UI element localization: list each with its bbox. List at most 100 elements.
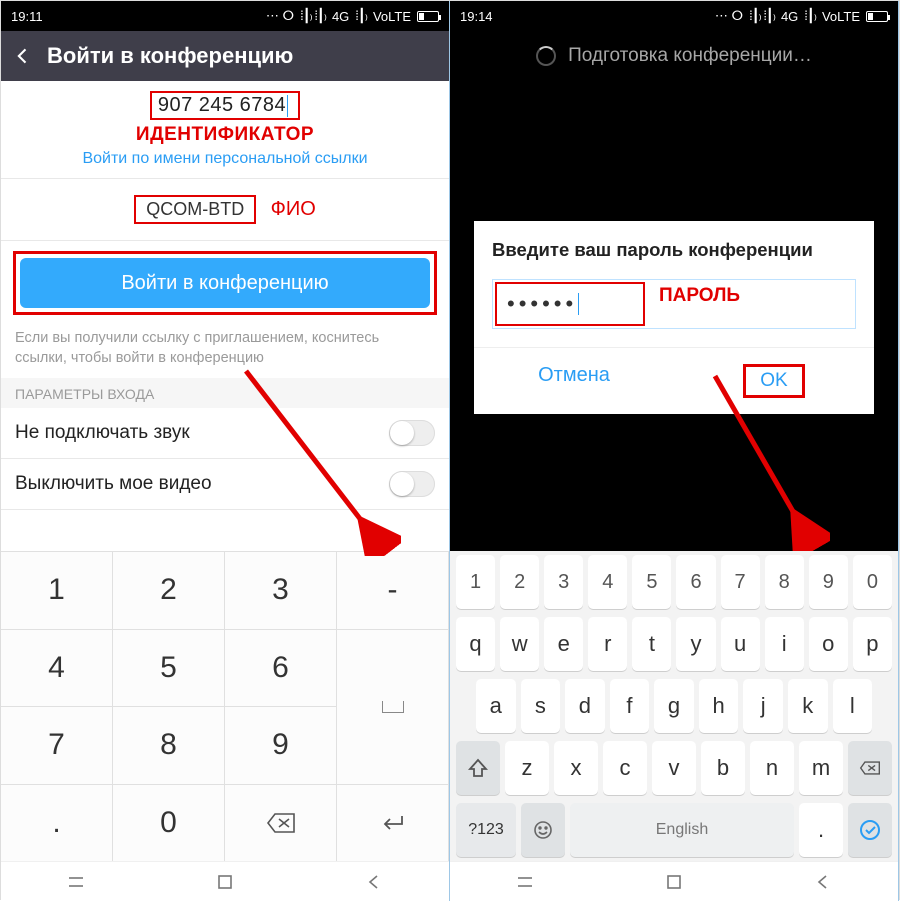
nav-recents-icon[interactable] xyxy=(66,872,86,892)
key-0[interactable]: 0 xyxy=(113,784,225,862)
key-g[interactable]: g xyxy=(654,679,694,733)
key-backspace[interactable] xyxy=(225,784,337,862)
key-space[interactable]: English xyxy=(570,803,794,857)
key-3[interactable]: 3 xyxy=(544,555,583,609)
battery-icon xyxy=(866,11,888,22)
key-2[interactable]: 2 xyxy=(500,555,539,609)
key-m[interactable]: m xyxy=(799,741,843,795)
key-5[interactable]: 5 xyxy=(632,555,671,609)
toggle-video[interactable] xyxy=(389,471,435,497)
preparing-body: Подготовка конференции… Введите ваш паро… xyxy=(450,31,898,551)
nav-home-icon[interactable] xyxy=(215,872,235,892)
volte-label: VoLTE xyxy=(373,9,411,24)
status-time: 19:14 xyxy=(460,9,493,24)
nav-home-icon[interactable] xyxy=(664,872,684,892)
dialog-title: Введите ваш пароль конференции xyxy=(492,239,856,261)
key-1[interactable]: 1 xyxy=(456,555,495,609)
nav-back-icon[interactable] xyxy=(813,872,833,892)
key-k[interactable]: k xyxy=(788,679,828,733)
key-space[interactable] xyxy=(337,629,449,784)
numeric-keypad: 1 2 3 - 4 5 6 7 8 9 . 0 xyxy=(1,551,449,861)
key-9[interactable]: 9 xyxy=(225,706,337,784)
key-4[interactable]: 4 xyxy=(1,629,113,707)
key-dash[interactable]: - xyxy=(337,551,449,629)
key-7[interactable]: 7 xyxy=(721,555,760,609)
key-4[interactable]: 4 xyxy=(588,555,627,609)
key-j[interactable]: j xyxy=(743,679,783,733)
key-6[interactable]: 6 xyxy=(676,555,715,609)
nav-recents-icon[interactable] xyxy=(515,872,535,892)
key-enter[interactable] xyxy=(337,784,449,862)
key-5[interactable]: 5 xyxy=(113,629,225,707)
key-c[interactable]: c xyxy=(603,741,647,795)
key-enter[interactable] xyxy=(848,803,892,857)
meeting-id-input[interactable]: 907 245 6784 xyxy=(150,91,300,120)
key-x[interactable]: x xyxy=(554,741,598,795)
key-a[interactable]: a xyxy=(476,679,516,733)
key-o[interactable]: o xyxy=(809,617,848,671)
option-no-audio[interactable]: Не подключать звук xyxy=(1,408,449,459)
android-navbar xyxy=(450,861,898,901)
preparing-label: Подготовка конференции… xyxy=(450,31,898,81)
key-f[interactable]: f xyxy=(610,679,650,733)
key-1[interactable]: 1 xyxy=(1,551,113,629)
key-7[interactable]: 7 xyxy=(1,706,113,784)
key-backspace[interactable] xyxy=(848,741,892,795)
key-e[interactable]: e xyxy=(544,617,583,671)
network-label: 4G xyxy=(781,9,798,24)
battery-icon xyxy=(417,11,439,22)
volte-label: VoLTE xyxy=(822,9,860,24)
key-w[interactable]: w xyxy=(500,617,539,671)
key-q[interactable]: q xyxy=(456,617,495,671)
key-8[interactable]: 8 xyxy=(113,706,225,784)
key-h[interactable]: h xyxy=(699,679,739,733)
key-9[interactable]: 9 xyxy=(809,555,848,609)
key-t[interactable]: t xyxy=(632,617,671,671)
key-emoji[interactable] xyxy=(521,803,565,857)
join-hint: Если вы получили ссылку с приглашением, … xyxy=(1,325,449,378)
key-d[interactable]: d xyxy=(565,679,605,733)
key-0[interactable]: 0 xyxy=(853,555,892,609)
join-form: 907 245 6784 ИДЕНТИФИКАТОР Войти по имен… xyxy=(1,81,449,551)
network-label: 4G xyxy=(332,9,349,24)
android-navbar xyxy=(1,861,449,901)
key-i[interactable]: i xyxy=(765,617,804,671)
key-v[interactable]: v xyxy=(652,741,696,795)
key-8[interactable]: 8 xyxy=(765,555,804,609)
section-header: ПАРАМЕТРЫ ВХОДА xyxy=(1,378,449,408)
key-z[interactable]: z xyxy=(505,741,549,795)
key-shift[interactable] xyxy=(456,741,500,795)
key-s[interactable]: s xyxy=(521,679,561,733)
key-n[interactable]: n xyxy=(750,741,794,795)
ok-button[interactable]: OK xyxy=(743,364,804,398)
cancel-button[interactable]: Отмена xyxy=(474,348,674,414)
key-r[interactable]: r xyxy=(588,617,627,671)
nav-back-icon[interactable] xyxy=(364,872,384,892)
back-icon[interactable] xyxy=(13,46,33,66)
wifi-icon: ⋯ ⵔ xyxy=(266,8,294,24)
option-no-video[interactable]: Выключить мое видео xyxy=(1,459,449,510)
key-y[interactable]: y xyxy=(676,617,715,671)
key-.[interactable]: . xyxy=(799,803,843,857)
key-2[interactable]: 2 xyxy=(113,551,225,629)
key-3[interactable]: 3 xyxy=(225,551,337,629)
personal-link[interactable]: Войти по имени персональной ссылки xyxy=(1,146,449,178)
join-button[interactable]: Войти в конференцию xyxy=(20,258,430,308)
annotation-password: ПАРОЛЬ xyxy=(659,285,740,307)
key-l[interactable]: l xyxy=(833,679,873,733)
key-b[interactable]: b xyxy=(701,741,745,795)
key-dot[interactable]: . xyxy=(1,784,113,862)
header-title: Войти в конференцию xyxy=(47,43,293,69)
toggle-audio[interactable] xyxy=(389,420,435,446)
alpha-keyboard: 1234567890 qwertyuiop asdfghjkl zxcvbnm … xyxy=(450,551,898,861)
annotation-id: ИДЕНТИФИКАТОР xyxy=(1,124,449,146)
key-symbols[interactable]: ?123 xyxy=(456,803,516,857)
display-name-input[interactable]: QCOM-BTD xyxy=(134,195,256,224)
password-dialog: Введите ваш пароль конференции •••••• ПА… xyxy=(474,221,874,414)
key-p[interactable]: p xyxy=(853,617,892,671)
status-time: 19:11 xyxy=(11,9,43,24)
password-input[interactable]: •••••• xyxy=(495,282,645,326)
key-6[interactable]: 6 xyxy=(225,629,337,707)
annotation-name: ФИО xyxy=(271,198,316,220)
key-u[interactable]: u xyxy=(721,617,760,671)
